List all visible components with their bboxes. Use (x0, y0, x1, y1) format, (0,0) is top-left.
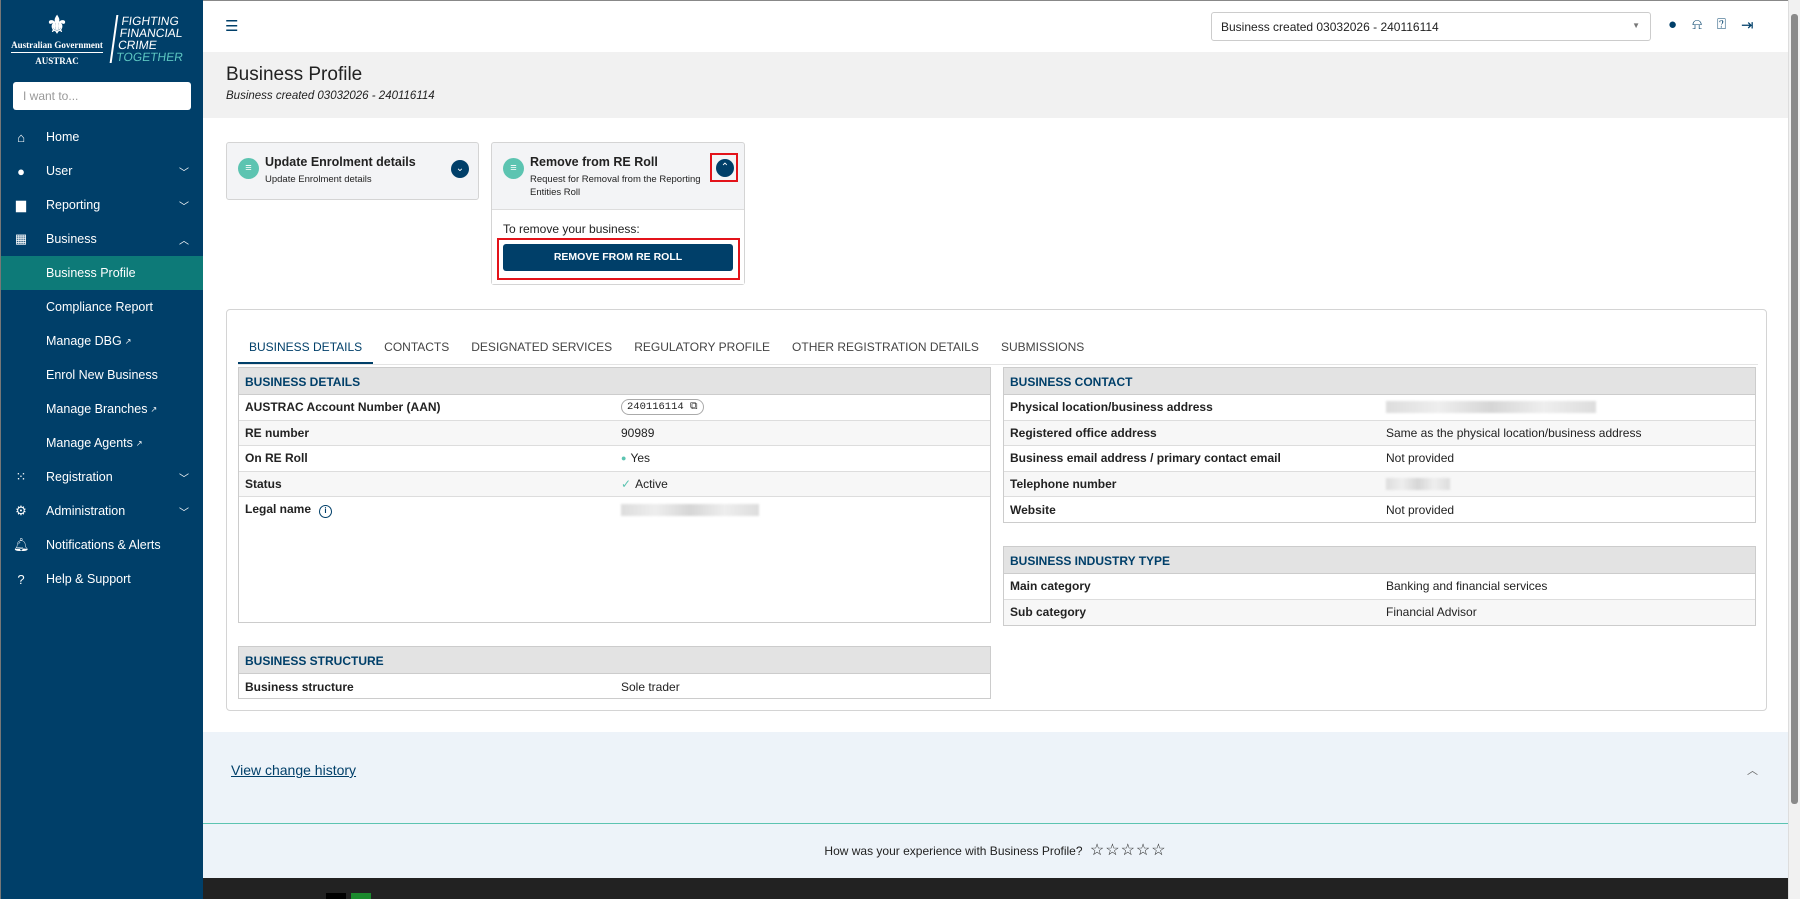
chevron-down-icon: ﹀ (179, 473, 189, 485)
table-row: Main category Banking and financial servi… (1004, 574, 1755, 600)
redacted-value (1386, 401, 1596, 414)
logo: ⚜ Australian Government AUSTRAC FIGHTING… (1, 0, 203, 78)
gov-crest-logo: ⚜ Australian Government AUSTRAC (11, 13, 103, 66)
business-select[interactable]: Business created 03032026 - 240116114 ▼ (1211, 12, 1651, 41)
table-row: Business structure Sole trader (245, 679, 680, 694)
document-icon: ≡ (503, 158, 524, 179)
table-row: AUSTRAC Account Number (AAN) 240116114 ⧉ (239, 395, 990, 421)
industry-type-table: BUSINESS INDUSTRY TYPE Main category Bank… (1003, 546, 1756, 626)
remove-re-roll-card: ≡ Remove from RE Roll Request for Remova… (491, 142, 745, 285)
feedback-rating: How was your experience with Business Pr… (203, 824, 1788, 878)
user-icon: ● (17, 163, 25, 179)
logout-icon[interactable]: ⇥ (1741, 16, 1754, 34)
user-icon[interactable]: ● (1668, 16, 1677, 34)
sidebar-item-administration[interactable]: ⚙ Administration ﹀ (1, 494, 203, 528)
scrollbar[interactable] (1788, 0, 1800, 899)
aan-value: 240116114 ⧉ (621, 399, 704, 416)
registration-icon: ⁙ (15, 469, 27, 484)
business-structure-table: BUSINESS STRUCTURE Business structure Sol… (238, 646, 991, 699)
sidebar-item-home[interactable]: ⌂ Home (1, 120, 203, 154)
table-row: Status ✓ Active (239, 471, 990, 497)
home-icon: ⌂ (17, 129, 25, 145)
chevron-down-icon: ▼ (1632, 21, 1640, 30)
search-input[interactable]: I want to... (13, 82, 191, 110)
building-icon: ▦ (14, 231, 28, 246)
chevron-down-icon: ﹀ (179, 201, 189, 213)
tab-regulatory-profile[interactable]: REGULATORY PROFILE (623, 326, 781, 364)
sidebar-item-manage-branches[interactable]: Manage Branches ↗ (1, 392, 203, 426)
table-row: RE number 90989 (239, 420, 990, 446)
table-row: Sub category Financial Advisor (1004, 599, 1755, 625)
sidebar-item-help[interactable]: ? Help & Support (1, 562, 203, 596)
page-subtitle: Business created 03032026 - 240116114 (226, 90, 435, 102)
tab-submissions[interactable]: SUBMISSIONS (990, 326, 1095, 364)
update-enrolment-card: ≡ Update Enrolment details Update Enrolm… (226, 142, 479, 200)
star-rating[interactable]: ☆☆☆☆☆ (1090, 842, 1167, 859)
business-contact-table: BUSINESS CONTACT Physical location/busin… (1003, 367, 1756, 523)
footer (203, 878, 1788, 899)
tab-contacts[interactable]: CONTACTS (373, 326, 460, 364)
table-row: Website Not provided (1010, 502, 1455, 517)
sidebar-item-compliance-report[interactable]: Compliance Report (1, 290, 203, 324)
table-row: On RE Roll ● Yes (239, 446, 990, 472)
document-icon: ≡ (238, 158, 259, 179)
table-row: Legal name i (239, 497, 990, 523)
remove-from-re-roll-button[interactable]: REMOVE FROM RE ROLL (503, 244, 733, 271)
collapse-button[interactable]: ⌃ (716, 159, 734, 177)
sidebar-item-manage-dbg[interactable]: Manage DBG ↗ (1, 324, 203, 358)
topbar: ☰ Business created 03032026 - 240116114 ▼… (203, 0, 1788, 52)
table-row: Telephone number (1004, 471, 1755, 497)
expand-button[interactable]: ⌄ (451, 160, 469, 178)
external-link-icon: ↗ (135, 438, 143, 448)
tab-business-details[interactable]: BUSINESS DETAILS (238, 326, 374, 364)
chevron-up-icon[interactable]: ︿ (1747, 762, 1758, 778)
sidebar-item-enrol-new-business[interactable]: Enrol New Business (1, 358, 203, 392)
sidebar: ⚜ Australian Government AUSTRAC FIGHTING… (0, 0, 203, 899)
change-history-section: View change history ︿ (203, 732, 1788, 824)
slogan-logo: FIGHTING FINANCIAL CRIME TOGETHER (109, 14, 189, 64)
help-icon[interactable]: ⍰ (1717, 16, 1726, 34)
redacted-value (621, 503, 759, 516)
chevron-down-icon: ﹀ (179, 167, 189, 179)
chevron-down-icon: ﹀ (179, 507, 189, 519)
sidebar-item-notifications[interactable]: 🔔︎ Notifications & Alerts (1, 528, 203, 562)
details-panel: BUSINESS DETAILS CONTACTS DESIGNATED SER… (226, 309, 1767, 711)
external-link-icon: ↗ (124, 336, 132, 346)
sidebar-item-reporting[interactable]: ▆ Reporting ﹀ (1, 188, 203, 222)
tab-designated-services[interactable]: DESIGNATED SERVICES (460, 326, 623, 364)
report-icon: ▆ (16, 197, 26, 212)
menu-collapse-icon[interactable]: ☰ (225, 17, 238, 35)
sidebar-item-manage-agents[interactable]: Manage Agents ↗ (1, 426, 203, 460)
tab-other-registration-details[interactable]: OTHER REGISTRATION DETAILS (781, 326, 990, 364)
table-row: Registered office address Same as the phy… (1004, 420, 1755, 446)
chevron-up-icon: ︿ (179, 235, 189, 247)
sidebar-item-business-profile[interactable]: Business Profile (1, 256, 203, 290)
view-change-history-link[interactable]: View change history (231, 762, 356, 778)
bell-icon: 🔔︎ (13, 537, 30, 552)
check-icon: ✓ (621, 476, 632, 491)
table-row: Business email address / primary contact… (1004, 446, 1755, 472)
admin-icon: ⚙ (15, 503, 27, 518)
redacted-value (1386, 477, 1450, 490)
sidebar-item-registration[interactable]: ⁙ Registration ﹀ (1, 460, 203, 494)
page-header: Business Profile Business created 030320… (203, 52, 1788, 118)
info-icon[interactable]: i (319, 504, 333, 518)
copy-icon[interactable]: ⧉ (690, 401, 698, 413)
table-row: Physical location/business address (1004, 395, 1755, 421)
status-dot-icon: ● (621, 453, 627, 464)
business-details-table: BUSINESS DETAILS AUSTRAC Account Number … (238, 367, 991, 623)
external-link-icon: ↗ (150, 404, 158, 414)
tab-bar: BUSINESS DETAILS CONTACTS DESIGNATED SER… (238, 326, 1758, 365)
bell-icon[interactable]: ⍾ (1692, 16, 1702, 34)
sidebar-item-business[interactable]: ▦ Business ︿ (1, 222, 203, 256)
help-icon: ? (17, 571, 25, 587)
flag-icon (326, 893, 346, 899)
sidebar-item-user[interactable]: ● User ﹀ (1, 154, 203, 188)
page-title: Business Profile (226, 64, 363, 85)
flag-icon (351, 893, 371, 899)
